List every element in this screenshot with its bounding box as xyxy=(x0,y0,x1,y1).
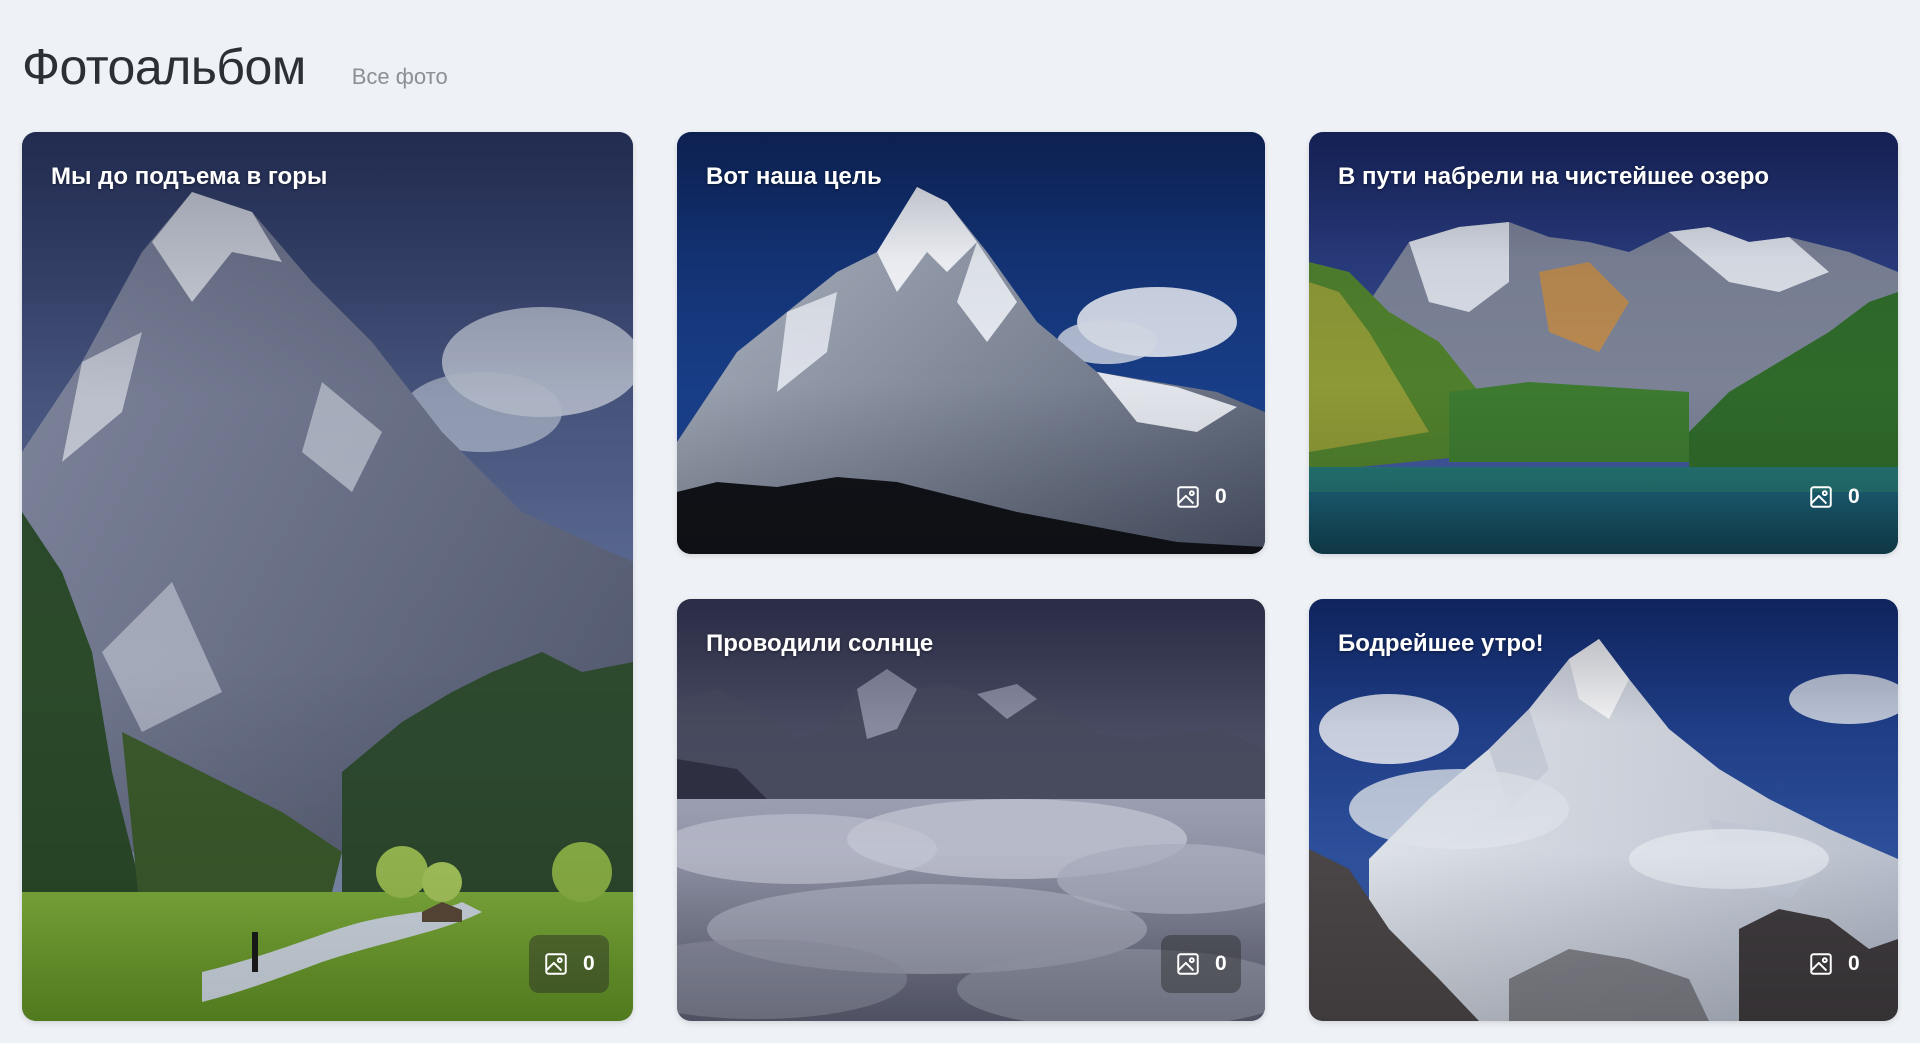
photo-count: 0 xyxy=(583,952,595,975)
album-card[interactable]: В пути набрели на чистейшее озеро 0 xyxy=(1309,132,1898,554)
photo-count-badge: 0 xyxy=(1161,468,1241,526)
album-title: В пути набрели на чистейшее озеро xyxy=(1338,163,1770,190)
image-icon xyxy=(1808,484,1834,510)
photo-count-badge: 0 xyxy=(1794,935,1874,993)
page-header: Фотоальбом Все фото xyxy=(22,38,448,96)
album-title: Проводили солнце xyxy=(706,630,934,657)
album-title: Мы до подъема в горы xyxy=(51,163,328,190)
album-card[interactable]: Мы до подъема в горы 0 xyxy=(22,132,633,1021)
photo-count-badge: 0 xyxy=(1794,468,1874,526)
photo-count-badge: 0 xyxy=(1161,935,1241,993)
album-title: Бодрейшее утро! xyxy=(1338,630,1544,657)
photo-count-badge: 0 xyxy=(529,935,609,993)
image-icon xyxy=(1175,484,1201,510)
photo-count: 0 xyxy=(1848,485,1860,508)
image-icon xyxy=(1175,951,1201,977)
album-grid: Мы до подъема в горы 0 Вот наша цель 0 В… xyxy=(22,132,1898,1021)
album-title: Вот наша цель xyxy=(706,163,882,190)
album-card[interactable]: Проводили солнце 0 xyxy=(677,599,1265,1021)
album-card[interactable]: Вот наша цель 0 xyxy=(677,132,1265,554)
photo-count: 0 xyxy=(1215,952,1227,975)
page-title: Фотоальбом xyxy=(22,39,306,95)
photo-album-page: Фотоальбом Все фото Мы до подъема в горы… xyxy=(0,0,1920,1043)
album-card[interactable]: Бодрейшее утро! 0 xyxy=(1309,599,1898,1021)
photo-count: 0 xyxy=(1215,485,1227,508)
all-photos-link[interactable]: Все фото xyxy=(352,64,448,90)
image-icon xyxy=(543,951,569,977)
image-icon xyxy=(1808,951,1834,977)
photo-count: 0 xyxy=(1848,952,1860,975)
